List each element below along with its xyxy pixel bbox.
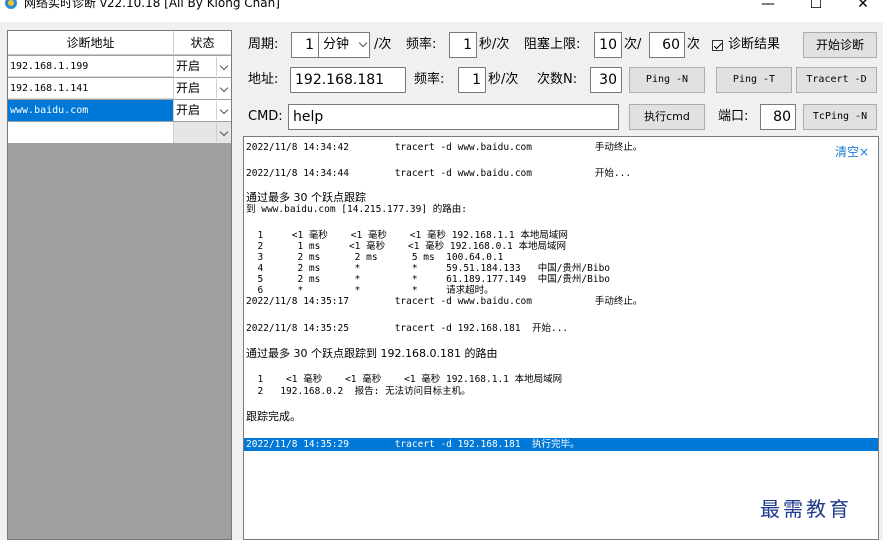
cmd-input[interactable]: help xyxy=(288,104,619,130)
log-line: 跟踪完成。 xyxy=(246,410,301,423)
address-table: 诊断地址 状态 192.168.1.199 开启 192.168.1.141 开… xyxy=(7,30,232,540)
table-row[interactable]: www.baidu.com 开启 xyxy=(8,100,231,121)
ping-n-button[interactable]: Ping -N xyxy=(629,67,705,93)
port-input[interactable]: 80 xyxy=(760,104,796,130)
block-limit-input[interactable]: 10 xyxy=(594,32,622,58)
ping-t-button[interactable]: Ping -T xyxy=(716,67,792,93)
log-line: 通过最多 30 个跃点跟踪到 192.168.0.181 的路由 xyxy=(246,347,498,360)
log-line: 2022/11/8 14:34:44 tracert -d www.baidu.… xyxy=(246,168,632,179)
start-diagnosis-button[interactable]: 开始诊断 xyxy=(803,32,877,58)
chevron-down-icon[interactable] xyxy=(216,57,231,76)
period-unit-select[interactable]: 分钟 xyxy=(318,32,370,58)
execute-cmd-button[interactable]: 执行cmd xyxy=(629,104,705,130)
result-checkbox[interactable] xyxy=(712,40,723,51)
state-select[interactable]: 开启 xyxy=(174,100,231,121)
address-input[interactable]: 192.168.181 xyxy=(290,67,406,93)
watermark-logo: 最需教育 xyxy=(760,497,852,521)
chevron-down-icon[interactable] xyxy=(216,79,231,98)
address-label: 地址: xyxy=(248,72,279,87)
state-select[interactable]: 开启 xyxy=(174,56,231,77)
table-header: 诊断地址 状态 xyxy=(8,31,231,55)
app-icon xyxy=(5,0,17,9)
log-line: 到 www.baidu.com [14.215.177.39] 的路由: xyxy=(246,204,468,215)
state-value: 开启 xyxy=(176,103,201,117)
header-state[interactable]: 状态 xyxy=(174,31,231,55)
freq-unit-label: 秒/次 xyxy=(479,37,510,52)
tracert-d-button[interactable]: Tracert -D xyxy=(796,67,877,93)
table-row[interactable]: 192.168.1.141 开启 xyxy=(8,78,231,99)
freq-input[interactable]: 1 xyxy=(449,32,477,58)
header-address[interactable]: 诊断地址 xyxy=(8,31,174,55)
log-output[interactable]: 2022/11/8 14:34:42 tracert -d www.baidu.… xyxy=(243,136,879,540)
chevron-down-icon[interactable] xyxy=(216,101,231,120)
period-unit-value: 分钟 xyxy=(323,37,350,52)
freq2-label: 频率: xyxy=(414,72,445,87)
maximize-button[interactable]: ☐ xyxy=(796,0,836,16)
row-address[interactable]: 192.168.1.199 xyxy=(8,56,174,77)
log-line: 2022/11/8 14:34:42 tracert -d www.baidu.… xyxy=(246,142,643,153)
freq2-unit-label: 秒/次 xyxy=(488,72,519,87)
cmd-label: CMD: xyxy=(248,109,283,124)
minimize-button[interactable]: — xyxy=(748,0,788,16)
period-label: 周期: xyxy=(248,37,279,52)
row-address[interactable] xyxy=(8,122,174,143)
block-limit-label: 阻塞上限: xyxy=(524,37,581,52)
table-row-new[interactable] xyxy=(8,122,231,143)
log-line: 2022/11/8 14:35:17 tracert -d www.baidu.… xyxy=(246,296,643,307)
freq-label: 频率: xyxy=(406,37,437,52)
window-title: 网络实时诊断 v22.10.18 [All By Kiong Chan] xyxy=(24,0,280,10)
state-value: 开启 xyxy=(176,59,201,73)
block-unit-label-2: 次 xyxy=(687,37,701,52)
log-line: 2022/11/8 14:35:25 tracert -d 192.168.18… xyxy=(246,323,569,334)
table-row[interactable]: 192.168.1.199 开启 xyxy=(8,56,231,77)
chevron-down-icon xyxy=(358,38,368,48)
count-label: 次数N: xyxy=(537,72,578,87)
log-line-selected: 2022/11/8 14:35:29 tracert -d 192.168.18… xyxy=(246,439,580,450)
tcping-n-button[interactable]: TcPing -N xyxy=(803,104,877,130)
row-address[interactable]: 192.168.1.141 xyxy=(8,78,174,99)
clear-log-button[interactable]: 清空× xyxy=(835,145,869,159)
count-input[interactable]: 30 xyxy=(590,67,622,93)
state-value: 开启 xyxy=(176,81,201,95)
chevron-down-icon[interactable] xyxy=(216,123,231,142)
port-label: 端口: xyxy=(718,109,749,124)
block-limit-input-2[interactable]: 60 xyxy=(649,32,685,58)
block-unit-label: 次/ xyxy=(624,37,642,52)
log-line: 2 192.168.0.2 报告: 无法访问目标主机。 xyxy=(246,386,471,397)
state-select[interactable] xyxy=(174,122,231,143)
title-bar: 网络实时诊断 v22.10.18 [All By Kiong Chan] — ☐… xyxy=(0,0,883,22)
state-select[interactable]: 开启 xyxy=(174,78,231,99)
row-address[interactable]: www.baidu.com xyxy=(8,100,174,121)
freq2-input[interactable]: 1 xyxy=(458,67,486,93)
close-button[interactable]: ✕ xyxy=(843,0,883,16)
period-input[interactable]: 1 xyxy=(291,32,319,58)
result-checkbox-label: 诊断结果 xyxy=(728,37,781,52)
per-time-label: /次 xyxy=(374,37,392,52)
